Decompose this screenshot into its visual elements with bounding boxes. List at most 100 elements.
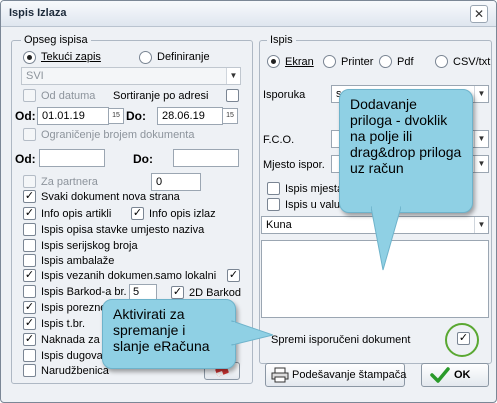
partner-label: Za partnera xyxy=(41,176,98,188)
date-to-field[interactable]: 28.06.19 xyxy=(157,107,223,125)
check-icon: ✓ xyxy=(24,317,35,329)
barcode-count-field[interactable]: 5 xyxy=(129,284,157,300)
range-select[interactable]: SVI ▼ xyxy=(21,67,241,85)
option-label: Ispis serijskog broja xyxy=(41,240,138,252)
option-checkbox[interactable] xyxy=(23,349,36,362)
doc-to-label: Do: xyxy=(133,152,153,166)
date-from-field[interactable]: 01.01.19 xyxy=(37,107,109,125)
scope-current-radio[interactable] xyxy=(23,51,36,64)
option-label: Ispis vezanih dokumen. xyxy=(41,270,156,282)
check-icon: ✓ xyxy=(132,207,143,219)
option-checkbox[interactable] xyxy=(23,223,36,236)
check-icon: ✓ xyxy=(24,190,35,202)
option-label: Ispis porezne xyxy=(41,302,107,314)
range-select-value: SVI xyxy=(26,70,44,82)
close-button[interactable]: ✕ xyxy=(470,5,488,23)
check-icon: ✓ xyxy=(228,269,239,281)
check-icon: ✓ xyxy=(24,207,35,219)
option-checkbox[interactable]: ✓ xyxy=(23,269,36,282)
erecun-callout-text: Aktivirati za spremanje i slanje eRačuna xyxy=(113,306,210,354)
option-checkbox[interactable] xyxy=(23,254,36,267)
od-datuma-checkbox[interactable] xyxy=(23,89,36,102)
scope-current-label: Tekući zapis xyxy=(41,51,101,63)
option-label: Info opis artikli xyxy=(41,208,112,220)
currency-value: Kuna xyxy=(266,219,292,231)
output-csv-label: CSV/txt xyxy=(453,56,491,68)
opseg-ispisa-title: Opseg ispisa xyxy=(21,34,91,46)
date-from-value: 01.01.19 xyxy=(42,110,85,122)
output-pdf-label: Pdf xyxy=(397,56,414,68)
ispis-mjesta-label: Ispis mjesta xyxy=(285,183,344,195)
option-label: Narudžbenica xyxy=(41,365,109,377)
fco-label: F.C.O. xyxy=(263,134,295,146)
check-icon: ✓ xyxy=(24,333,35,345)
isporuka-label: Isporuka xyxy=(263,89,306,101)
check-icon: ✓ xyxy=(24,269,35,281)
partner-value: 0 xyxy=(156,176,163,188)
option-checkbox[interactable]: ✓ xyxy=(23,190,36,203)
option-checkbox[interactable] xyxy=(23,239,36,252)
option-checkbox[interactable]: ✓ xyxy=(23,317,36,330)
chevron-down-icon: ▼ xyxy=(474,86,488,102)
date-to-value: 28.06.19 xyxy=(162,110,205,122)
ispis-valuti-checkbox[interactable] xyxy=(267,198,280,211)
printer-icon xyxy=(271,367,289,383)
scope-defined-radio[interactable] xyxy=(139,51,152,64)
attachments-callout: Dodavanje priloga - dvoklik na polje ili… xyxy=(339,89,473,213)
option-label: Naknada za xyxy=(41,334,100,346)
doc-from-field[interactable] xyxy=(39,149,105,167)
od-datuma-label: Od datuma xyxy=(41,90,96,102)
limit-checkbox[interactable] xyxy=(23,128,36,141)
calendar-icon[interactable]: 15 xyxy=(108,108,124,124)
print-dialog-window: Ispis Izlaza ✕ Opseg ispisa Tekući zapis… xyxy=(0,0,497,403)
output-pdf-radio[interactable] xyxy=(379,55,392,68)
output-ekran-radio[interactable] xyxy=(267,55,280,68)
option-checkbox[interactable]: ✓ xyxy=(23,333,36,346)
option-label: Ispis opisa stavke umjesto naziva xyxy=(41,224,205,236)
print-setup-button[interactable]: Podešavanje štampača xyxy=(265,363,407,387)
ok-label: OK xyxy=(454,369,471,381)
erecun-callout: Aktivirati za spremanje i slanje eRačuna xyxy=(102,299,236,369)
option-label: 2D Barkod xyxy=(189,287,241,299)
spremi-label: Spremi isporučeni dokument xyxy=(271,334,411,346)
option-checkbox[interactable] xyxy=(23,285,36,298)
output-printer-radio[interactable] xyxy=(323,55,336,68)
title-bar: Ispis Izlaza ✕ xyxy=(1,1,496,27)
doc-to-field[interactable] xyxy=(173,149,239,167)
option-checkbox[interactable]: ✓ xyxy=(131,207,144,220)
option-label: Ispis t.br. xyxy=(41,318,86,330)
ispis-valuti-label: Ispis u valuti xyxy=(285,199,346,211)
ok-button[interactable]: OK xyxy=(421,363,489,387)
scope-defined-label: Definiranje xyxy=(157,51,210,63)
sortiranje-label: Sortiranje po adresi xyxy=(113,90,209,102)
partner-checkbox[interactable] xyxy=(23,175,36,188)
window-title: Ispis Izlaza xyxy=(9,7,67,19)
limit-label: Ograničenje brojem dokumenta xyxy=(41,129,195,141)
callout-pointer xyxy=(231,320,273,346)
output-printer-label: Printer xyxy=(341,56,374,68)
option-checkbox[interactable]: ✓ xyxy=(23,301,36,314)
mjesto-label: Mjesto ispor. xyxy=(263,159,325,171)
calendar-icon[interactable]: 15 xyxy=(222,108,238,124)
option-label: Ispis ambalaže xyxy=(41,255,115,267)
option-label: samo lokalni xyxy=(155,270,217,282)
print-setup-label: Podešavanje štampača xyxy=(292,369,407,381)
option-checkbox[interactable]: ✓ xyxy=(171,286,184,299)
option-checkbox[interactable]: ✓ xyxy=(227,269,240,282)
ispis-title: Ispis xyxy=(267,34,296,46)
chevron-down-icon: ▼ xyxy=(474,156,488,172)
chevron-down-icon: ▼ xyxy=(474,131,488,147)
doc-from-label: Od: xyxy=(15,152,36,166)
chevron-down-icon: ▼ xyxy=(474,217,488,233)
partner-field[interactable]: 0 xyxy=(151,173,201,191)
chevron-down-icon: ▼ xyxy=(226,68,240,84)
barcode-count-value: 5 xyxy=(133,286,140,298)
option-label: Info opis izlaz xyxy=(149,208,216,220)
option-checkbox[interactable] xyxy=(23,364,36,377)
ispis-mjesta-checkbox[interactable] xyxy=(267,182,280,195)
sortiranje-checkbox[interactable] xyxy=(226,89,239,102)
option-checkbox[interactable]: ✓ xyxy=(23,207,36,220)
output-csv-radio[interactable] xyxy=(435,55,448,68)
option-label: Svaki dokument nova strana xyxy=(41,191,180,203)
date-from-label: Od: xyxy=(15,109,36,123)
